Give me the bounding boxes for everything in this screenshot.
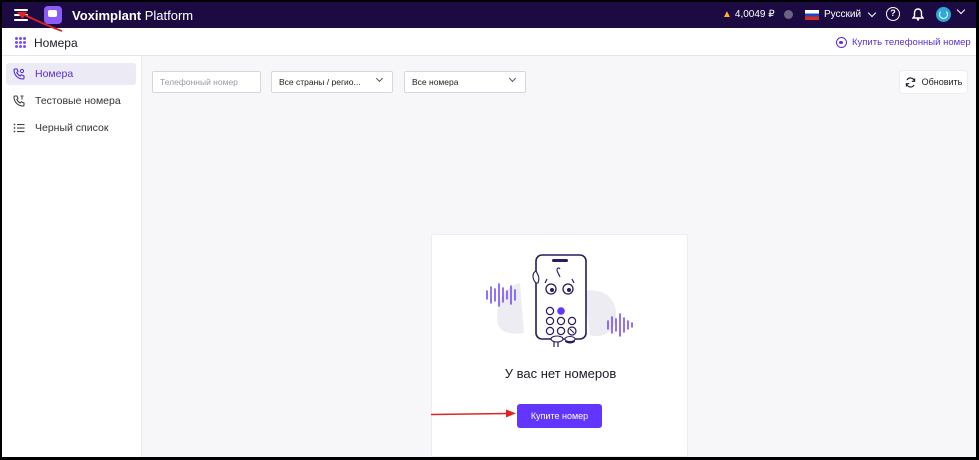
sidebar-item-label: Черный список	[35, 122, 109, 134]
phone-number-filter[interactable]	[152, 71, 261, 93]
phone-test-icon	[13, 95, 25, 107]
add-funds-icon[interactable]	[783, 10, 793, 19]
numbers-filter-select[interactable]: Все номера	[404, 71, 526, 93]
page-title: Номера	[34, 36, 78, 50]
sidebar-item-label: Номера	[35, 68, 74, 80]
sidebar: Номера Тестовые номера Черный список	[2, 56, 142, 457]
country-filter-select[interactable]: Все страны / регио...	[271, 71, 393, 93]
menu-icon[interactable]	[14, 9, 28, 21]
phone-number-input[interactable]	[160, 77, 253, 87]
app-window: Voximplant Platform ▲ 4,0049 ₽ Русский ?…	[2, 2, 976, 457]
chevron-down-icon	[508, 74, 517, 83]
apps-grid-icon[interactable]	[15, 37, 26, 48]
sidebar-item-test-numbers[interactable]: Тестовые номера	[6, 90, 136, 112]
sidebar-item-blacklist[interactable]: Черный список	[6, 117, 136, 139]
account-chevron-down-icon[interactable]	[956, 5, 966, 15]
page-header: Номера Купить телефонный номер	[2, 28, 976, 56]
balance-value: 4,0049 ₽	[734, 9, 775, 20]
sidebar-item-label: Тестовые номера	[35, 95, 121, 107]
chevron-down-icon	[375, 74, 384, 83]
refresh-label: Обновить	[921, 77, 963, 87]
buy-phone-number-label: Купить телефонный номер	[852, 37, 971, 48]
user-avatar-icon[interactable]	[936, 7, 951, 22]
empty-state-title: У вас нет номеров	[504, 366, 617, 381]
top-navbar: Voximplant Platform ▲ 4,0049 ₽ Русский ?	[2, 2, 976, 28]
coin-icon	[564, 336, 576, 344]
sidebar-item-numbers[interactable]: Номера	[6, 63, 136, 85]
chevron-down-icon	[867, 8, 877, 18]
language-selector[interactable]: Русский	[805, 8, 877, 20]
language-label: Русский	[824, 9, 862, 20]
phone-gear-icon	[13, 68, 25, 80]
refresh-button[interactable]: Обновить	[900, 71, 967, 93]
country-filter-value: Все страны / регио...	[279, 77, 361, 87]
buy-circle-icon	[836, 37, 847, 48]
bell-icon[interactable]	[912, 8, 924, 21]
refresh-icon	[905, 76, 915, 88]
empty-state-card: У вас нет номеров Купите номер	[431, 234, 688, 457]
voximplant-logo-icon	[44, 6, 62, 24]
main-content: Все страны / регио... Все номера Обновит…	[143, 56, 976, 457]
buy-number-button[interactable]: Купите номер	[517, 404, 602, 428]
brand-name[interactable]: Voximplant Platform	[72, 8, 193, 23]
list-icon	[13, 123, 25, 133]
warning-icon: ▲	[722, 9, 732, 20]
account-balance[interactable]: ▲ 4,0049 ₽	[722, 9, 793, 20]
numbers-filter-value: Все номера	[412, 77, 459, 87]
help-icon[interactable]: ?	[886, 7, 900, 21]
phone-illustration	[486, 254, 633, 347]
buy-phone-number-link[interactable]: Купить телефонный номер	[836, 37, 971, 48]
russia-flag-icon	[805, 9, 819, 20]
